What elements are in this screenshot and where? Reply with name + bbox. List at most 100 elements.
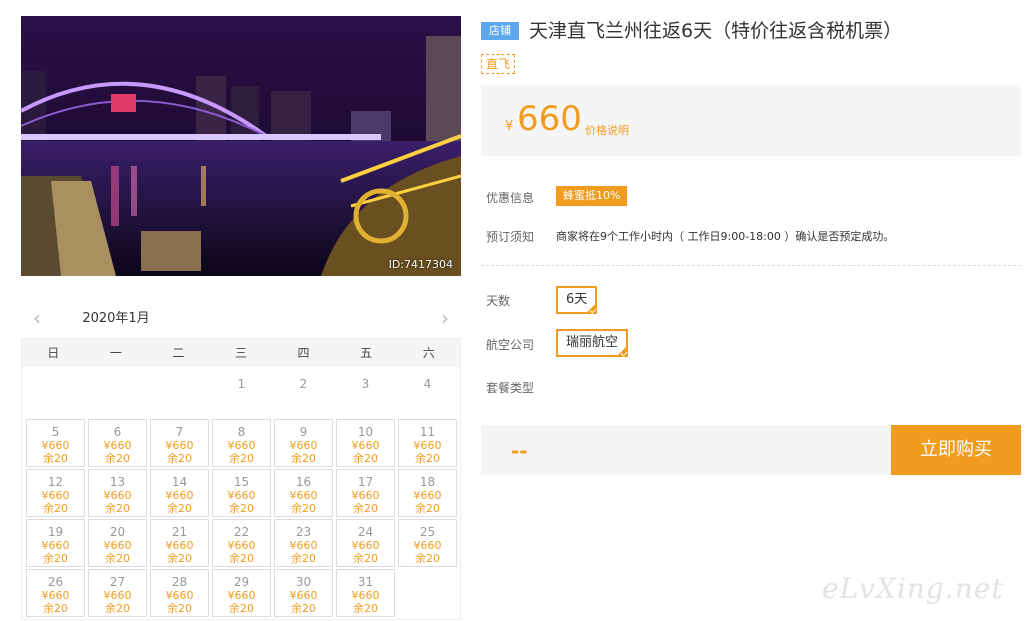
calendar-day-price: ¥660	[41, 439, 70, 452]
calendar-day[interactable]: 31 ¥660 余20	[336, 569, 395, 617]
calendar-day-number: 2	[299, 377, 308, 391]
days-option-selected[interactable]: 6天	[556, 286, 598, 314]
calendar-day[interactable]: 27 ¥660 余20	[88, 569, 147, 617]
calendar-day-number: 1	[237, 377, 246, 391]
calendar-days: 1 2 3 4 5 ¥660 余20 6 ¥660 余20 7 ¥660 余20 8 ¥660 余20 9 ¥66…	[22, 367, 460, 621]
calendar-day[interactable]: 28 ¥660 余20	[150, 569, 209, 617]
calendar-day[interactable]: 9 ¥660 余20	[274, 419, 333, 467]
calendar-day[interactable]: 15 ¥660 余20	[212, 469, 271, 517]
price-calendar: 日 一 二 三 四 五 六 1 2 3 4 5 ¥660 余20 6 ¥660 余20 7 ¥660 余…	[21, 338, 461, 620]
calendar-day-price: ¥660	[289, 589, 318, 602]
notice-text: 商家将在9个工作小时内（ 工作日9:00-18:00 ）确认是否预定成功。	[556, 230, 895, 243]
calendar-day[interactable]: 7 ¥660 余20	[150, 419, 209, 467]
next-month-button[interactable]: ›	[435, 308, 455, 328]
calendar-day-price: ¥660	[413, 489, 442, 502]
calendar-day-stock: 余20	[43, 552, 68, 565]
package-type-label: 套餐类型	[486, 381, 535, 395]
weekday-sat: 六	[422, 346, 435, 360]
calendar-day-price: ¥660	[351, 489, 380, 502]
calendar-day[interactable]: 12 ¥660 余20	[26, 469, 85, 517]
calendar-day[interactable]: 26 ¥660 余20	[26, 569, 85, 617]
calendar-day-number: 14	[171, 475, 188, 489]
airline-option-selected[interactable]: 瑞丽航空	[556, 329, 629, 357]
calendar-day-stock: 余20	[353, 502, 378, 515]
calendar-day-stock: 余20	[43, 602, 68, 615]
total-price: --	[511, 439, 528, 463]
calendar-day[interactable]: 13 ¥660 余20	[88, 469, 147, 517]
calendar-day[interactable]: 6 ¥660 余20	[88, 419, 147, 467]
calendar-day-number: 3	[361, 377, 370, 391]
currency-symbol: ¥	[505, 119, 514, 134]
calendar-day-number: 15	[233, 475, 250, 489]
calendar-day-stock: 余20	[105, 502, 130, 515]
calendar-day-number: 25	[419, 525, 436, 539]
calendar-day-price: ¥660	[289, 539, 318, 552]
calendar-day[interactable]: 23 ¥660 余20	[274, 519, 333, 567]
prev-month-button[interactable]: ‹	[27, 308, 47, 328]
calendar-day-empty: 1	[212, 369, 271, 417]
calendar-day[interactable]: 19 ¥660 余20	[26, 519, 85, 567]
calendar-month-label[interactable]: 2020年1月	[71, 300, 161, 340]
calendar-day[interactable]: 11 ¥660 余20	[398, 419, 457, 467]
calendar-day-stock: 余20	[167, 502, 192, 515]
weekday-fri: 五	[360, 346, 373, 360]
calendar-day[interactable]: 14 ¥660 余20	[150, 469, 209, 517]
calendar-day-stock: 余20	[43, 502, 68, 515]
calendar-day-number: 12	[47, 475, 64, 489]
airline-label: 航空公司	[486, 338, 535, 352]
calendar-day-stock: 余20	[105, 602, 130, 615]
calendar-day-stock: 余20	[43, 452, 68, 465]
calendar-day-stock: 余20	[167, 452, 192, 465]
calendar-day-price: ¥660	[289, 439, 318, 452]
calendar-day[interactable]: 24 ¥660 余20	[336, 519, 395, 567]
calendar-day-price: ¥660	[289, 489, 318, 502]
price-amount: 660	[517, 99, 582, 139]
calendar-day-price: ¥660	[227, 539, 256, 552]
calendar-day-price: ¥660	[227, 439, 256, 452]
calendar-day[interactable]: 18 ¥660 余20	[398, 469, 457, 517]
calendar-day[interactable]: 22 ¥660 余20	[212, 519, 271, 567]
calendar-day-empty	[150, 369, 209, 417]
weekday-thu: 四	[297, 346, 310, 360]
calendar-day-number: 9	[299, 425, 308, 439]
days-option-text: 6天	[566, 292, 588, 307]
calendar-day-number: 23	[295, 525, 312, 539]
purchase-bar: -- 立即购买	[481, 425, 1021, 475]
calendar-day-price: ¥660	[41, 589, 70, 602]
calendar-day-empty: 2	[274, 369, 333, 417]
calendar-day-number: 7	[175, 425, 184, 439]
calendar-day-stock: 余20	[415, 502, 440, 515]
calendar-day-number: 11	[419, 425, 436, 439]
calendar-day[interactable]: 29 ¥660 余20	[212, 569, 271, 617]
calendar-day-number: 16	[295, 475, 312, 489]
calendar-day-number: 5	[51, 425, 60, 439]
calendar-day-price: ¥660	[103, 439, 132, 452]
price-box: ¥ 660 价格说明	[481, 85, 1021, 156]
calendar-day-price: ¥660	[413, 439, 442, 452]
calendar-day-number: 6	[113, 425, 122, 439]
price-explain-link[interactable]: 价格说明	[585, 122, 629, 138]
calendar-day[interactable]: 8 ¥660 余20	[212, 419, 271, 467]
calendar-day-number: 26	[47, 575, 64, 589]
calendar-day-number: 28	[171, 575, 188, 589]
calendar-day[interactable]: 21 ¥660 余20	[150, 519, 209, 567]
calendar-day-stock: 余20	[291, 552, 316, 565]
calendar-day-stock: 余20	[229, 502, 254, 515]
calendar-day[interactable]: 25 ¥660 余20	[398, 519, 457, 567]
calendar-day-empty	[26, 369, 85, 417]
calendar-day[interactable]: 20 ¥660 余20	[88, 519, 147, 567]
calendar-day-number: 21	[171, 525, 188, 539]
weekday-sun: 日	[47, 346, 60, 360]
buy-now-button[interactable]: 立即购买	[891, 425, 1021, 475]
calendar-day-number: 22	[233, 525, 250, 539]
calendar-day-price: ¥660	[165, 489, 194, 502]
calendar-day[interactable]: 17 ¥660 余20	[336, 469, 395, 517]
calendar-day[interactable]: 16 ¥660 余20	[274, 469, 333, 517]
calendar-day-price: ¥660	[351, 439, 380, 452]
calendar-day[interactable]: 5 ¥660 余20	[26, 419, 85, 467]
shop-badge[interactable]: 店铺	[481, 22, 519, 40]
calendar-day[interactable]: 10 ¥660 余20	[336, 419, 395, 467]
calendar-weekday-header: 日 一 二 三 四 五 六	[22, 339, 460, 367]
night-city-image	[21, 16, 461, 276]
calendar-day[interactable]: 30 ¥660 余20	[274, 569, 333, 617]
